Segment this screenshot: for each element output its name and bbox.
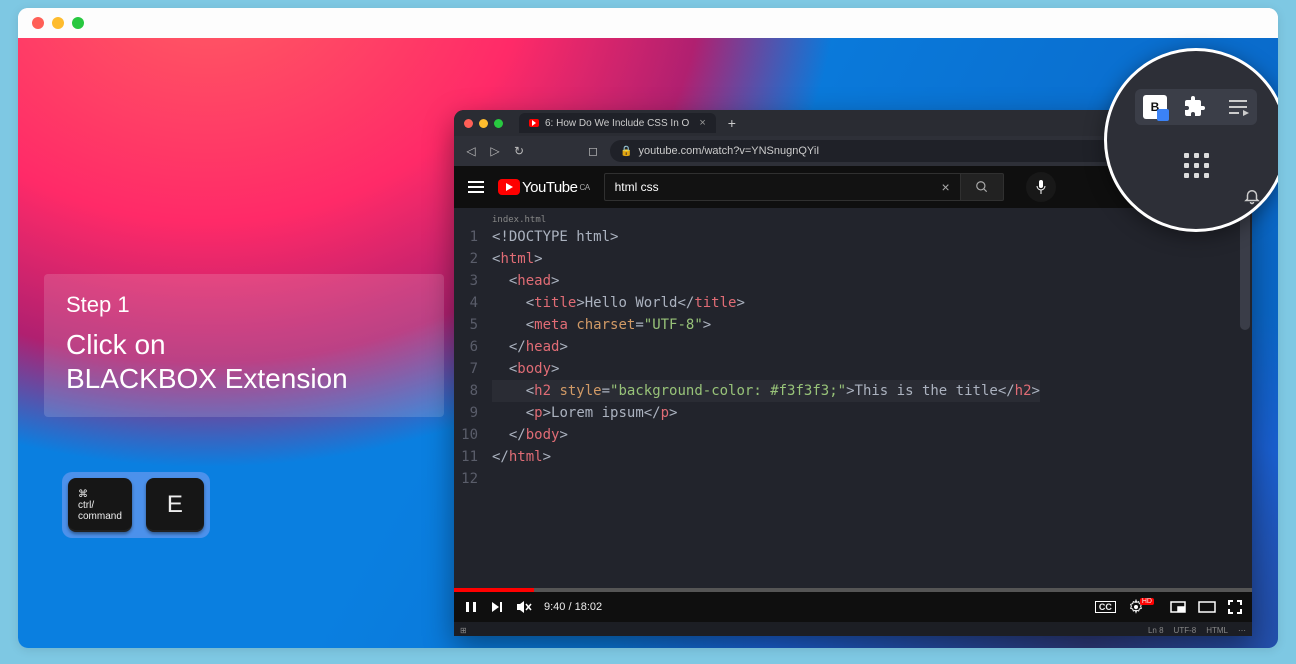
extension-toolbar: B bbox=[1135, 89, 1257, 125]
reload-button[interactable]: ↻ bbox=[512, 144, 526, 158]
hotkey-panel: ⌘ ctrl/ command E bbox=[62, 472, 210, 538]
bookmark-icon[interactable]: ◻ bbox=[586, 144, 600, 158]
fullscreen-button[interactable] bbox=[1228, 600, 1242, 614]
clear-search-button[interactable]: × bbox=[932, 173, 960, 201]
step-title: Click on BLACKBOX Extension bbox=[66, 328, 422, 395]
modifier-symbol: ⌘ bbox=[78, 489, 122, 500]
youtube-logo-text: YouTube bbox=[522, 179, 577, 196]
letter-key-label: E bbox=[156, 491, 194, 519]
os-start-icon[interactable]: ⊞ bbox=[460, 626, 467, 635]
outer-titlebar bbox=[18, 8, 1278, 38]
modifier-label: ctrl/ command bbox=[78, 500, 122, 522]
url-bar[interactable]: 🔒 youtube.com/watch?v=YNSnugnQYiI bbox=[610, 140, 1159, 162]
forward-button[interactable]: ▷ bbox=[488, 144, 502, 158]
search-input[interactable] bbox=[604, 173, 932, 201]
mute-button[interactable] bbox=[516, 600, 532, 614]
browser-close-icon[interactable] bbox=[464, 119, 473, 128]
tab-title: 6: How Do We Include CSS In O bbox=[545, 118, 689, 129]
back-button[interactable]: ◁ bbox=[464, 144, 478, 158]
editor-filename: index.html bbox=[486, 208, 552, 232]
youtube-search: × bbox=[604, 173, 1004, 201]
apps-grid-icon[interactable] bbox=[1184, 153, 1209, 178]
search-button[interactable] bbox=[960, 173, 1004, 201]
youtube-favicon-icon bbox=[529, 119, 539, 127]
browser-tab[interactable]: 6: How Do We Include CSS In O × bbox=[519, 113, 716, 133]
code-content: <!DOCTYPE html> <html> <head> <title>Hel… bbox=[486, 208, 1050, 588]
youtube-region: CA bbox=[579, 183, 589, 192]
code-editor: index.html 1 2 3 4 5 6 7 8 9 10 11 12 <!… bbox=[454, 208, 1252, 588]
editor-statusbar: ⊞ Ln 8 UTF-8 HTML ⋯ bbox=[454, 622, 1252, 636]
theater-button[interactable] bbox=[1198, 601, 1216, 613]
step-number: Step 1 bbox=[66, 292, 422, 318]
browser-minimize-icon[interactable] bbox=[479, 119, 488, 128]
step-panel: Step 1 Click on BLACKBOX Extension bbox=[44, 274, 444, 417]
mic-button[interactable] bbox=[1026, 172, 1056, 202]
maximize-window-icon[interactable] bbox=[72, 17, 84, 29]
tab-close-icon[interactable]: × bbox=[699, 117, 705, 129]
youtube-play-icon bbox=[498, 179, 520, 195]
new-tab-button[interactable]: + bbox=[728, 115, 736, 131]
video-time: 9:40 / 18:02 bbox=[544, 601, 602, 613]
minimize-window-icon[interactable] bbox=[52, 17, 64, 29]
browser-maximize-icon[interactable] bbox=[494, 119, 503, 128]
url-text: youtube.com/watch?v=YNSnugnQYiI bbox=[638, 145, 819, 157]
line-gutter: 1 2 3 4 5 6 7 8 9 10 11 12 bbox=[454, 208, 486, 588]
extension-callout: B bbox=[1104, 48, 1278, 232]
youtube-logo[interactable]: YouTube CA bbox=[498, 179, 590, 196]
editor-scrollbar[interactable] bbox=[1240, 210, 1250, 330]
video-player-controls: 9:40 / 18:02 CC HD bbox=[454, 592, 1252, 622]
blackbox-extension-icon[interactable]: B bbox=[1143, 95, 1167, 119]
cc-button[interactable]: CC bbox=[1095, 601, 1116, 613]
modifier-key: ⌘ ctrl/ command bbox=[68, 478, 132, 532]
miniplayer-button[interactable] bbox=[1170, 601, 1186, 613]
next-button[interactable] bbox=[490, 600, 504, 614]
close-window-icon[interactable] bbox=[32, 17, 44, 29]
settings-button[interactable]: HD bbox=[1128, 599, 1158, 615]
letter-key: E bbox=[146, 478, 204, 532]
browser-traffic-lights bbox=[464, 119, 503, 128]
hamburger-icon[interactable] bbox=[468, 181, 484, 193]
lock-icon: 🔒 bbox=[620, 146, 632, 157]
outer-window: Step 1 Click on BLACKBOX Extension ⌘ ctr… bbox=[18, 8, 1278, 648]
notifications-icon[interactable] bbox=[1243, 187, 1261, 205]
extensions-puzzle-icon[interactable] bbox=[1183, 95, 1207, 119]
play-button[interactable] bbox=[464, 600, 478, 614]
playlist-icon[interactable] bbox=[1227, 98, 1249, 116]
